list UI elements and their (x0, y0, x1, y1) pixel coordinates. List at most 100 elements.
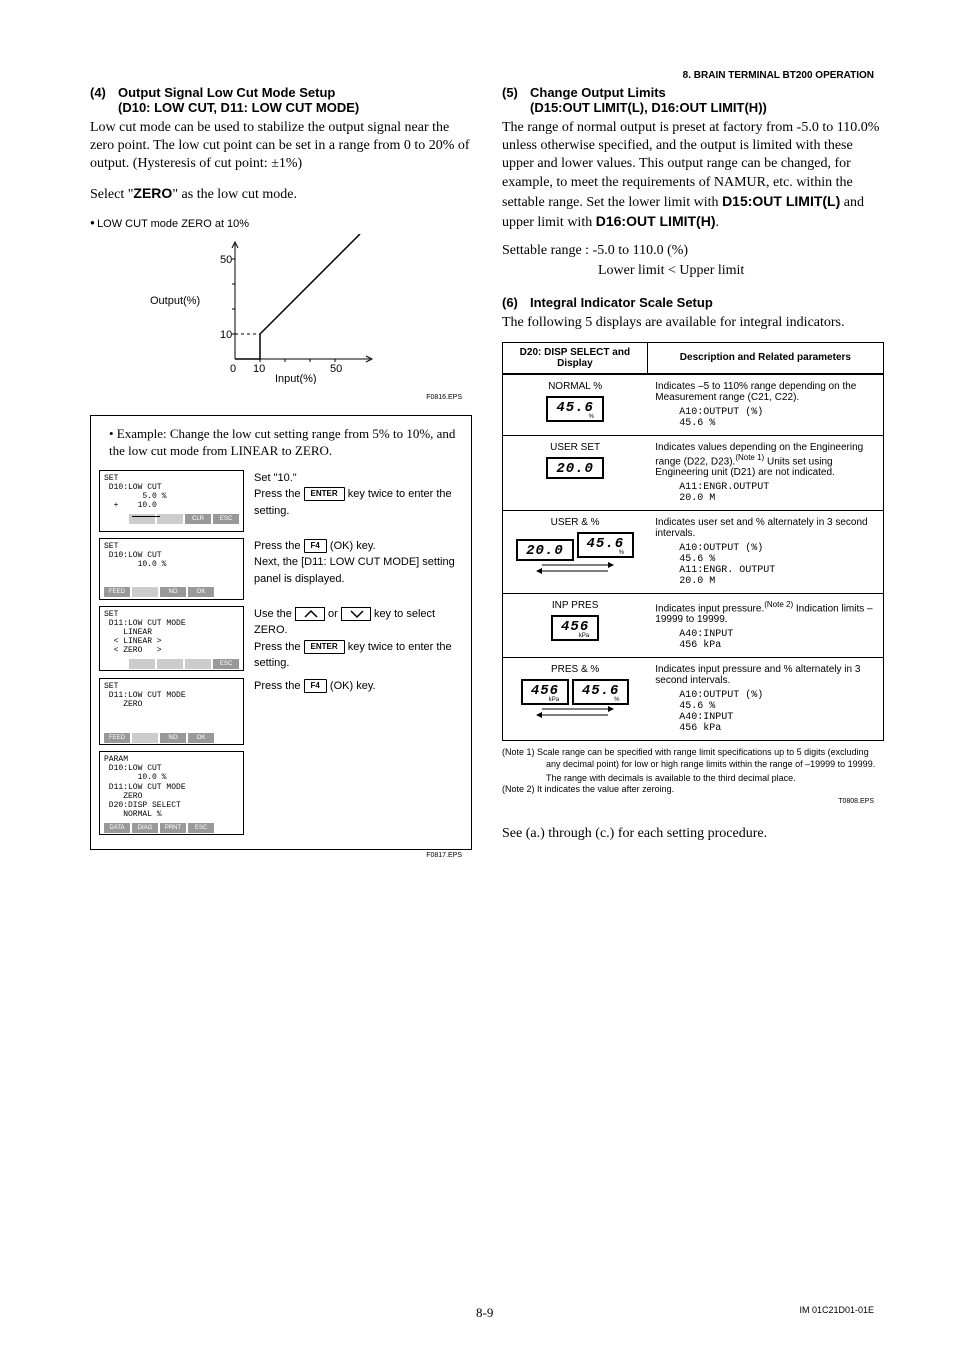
note-ref: (Note 2) (764, 600, 793, 609)
heading-5: (5) Change Output Limits (D15:OUT LIMIT(… (502, 85, 884, 115)
btn-esc[interactable]: ESC (213, 514, 239, 524)
table-row: USER SET 20.0 Indicates values depending… (503, 435, 884, 510)
heading-4-line2: (D10: LOW CUT, D11: LOW CUT MODE) (118, 100, 359, 115)
zero-keyword: ZERO (133, 185, 172, 201)
key-down[interactable] (341, 607, 371, 621)
table-row: INP PRES 456kPa Indicates input pressure… (503, 594, 884, 658)
page-footer: 8-9 IM 01C21D01-01E (0, 1305, 954, 1321)
key-f4[interactable]: F4 (304, 539, 327, 553)
table-row: USER & % 20.0 45.6% Indicates user set a… (503, 511, 884, 594)
btn-esc[interactable]: ESC (188, 823, 214, 833)
table-row: PRES & % 456kPa 45.6% Indicates input pr… (503, 658, 884, 741)
btn-feed[interactable]: FEED (104, 587, 130, 597)
lcd-display: 20.0 (516, 539, 574, 561)
btn-no[interactable]: NO (160, 587, 186, 597)
btn-blank[interactable] (132, 587, 158, 597)
note-ref: (Note 1) (735, 453, 764, 462)
param-line: A11:ENGR. OUTPUT (679, 565, 875, 576)
param-line: 20.0 M (679, 576, 875, 587)
heading-4: (4) Output Signal Low Cut Mode Setup (D1… (90, 85, 472, 115)
mode-desc: Indicates input pressure and % alternate… (655, 664, 875, 686)
btn-blank[interactable] (185, 659, 211, 669)
left-column: (4) Output Signal Low Cut Mode Setup (D1… (90, 85, 472, 859)
btn-no[interactable]: NO (160, 733, 186, 743)
screen-5: PARAM D10:LOW CUT 10.0 % D11:LOW CUT MOD… (99, 751, 244, 835)
key-f4[interactable]: F4 (304, 679, 327, 693)
svg-text:50: 50 (330, 363, 342, 375)
btn-feed[interactable]: FEED (104, 733, 130, 743)
heading-5-num: (5) (502, 85, 530, 115)
btn-ok[interactable]: OK (188, 733, 214, 743)
heading-6-num: (6) (502, 295, 530, 310)
right-column: (5) Change Output Limits (D15:OUT LIMIT(… (502, 85, 884, 859)
note-2: (Note 2) It indicates the value after ze… (502, 784, 884, 796)
step-3: SET D11:LOW CUT MODE LINEAR < LINEAR > <… (99, 606, 463, 672)
param-line: 45.6 % (679, 554, 875, 565)
svg-text:Input(%): Input(%) (275, 373, 317, 384)
mode-name: USER & % (511, 517, 639, 528)
btn-diag[interactable]: DIAG (132, 823, 158, 833)
heading-4-title: Output Signal Low Cut Mode Setup (D10: L… (118, 85, 472, 115)
svg-text:0: 0 (230, 363, 236, 375)
svg-text:10: 10 (220, 329, 232, 341)
lcd-display: 45.6% (546, 396, 604, 422)
th-desc: Description and Related parameters (647, 342, 883, 374)
page-header: 8. BRAIN TERMINAL BT200 OPERATION (683, 70, 874, 81)
btn-blank[interactable] (132, 733, 158, 743)
instr-3: Use the or key to select ZERO. Press the… (254, 606, 463, 672)
btn-esc[interactable]: ESC (213, 659, 239, 669)
table-notes: (Note 1) Scale range can be specified wi… (502, 747, 884, 796)
see-ref: See (a.) through (c.) for each setting p… (502, 825, 884, 843)
lcd-display: 456kPa (521, 679, 569, 705)
mode-name: USER SET (511, 442, 639, 453)
heading-5-title: Change Output Limits (D15:OUT LIMIT(L), … (530, 85, 884, 115)
d15-keyword: D15:OUT LIMIT(L) (722, 193, 840, 209)
para-6: The following 5 displays are available f… (502, 314, 884, 332)
btn-prnt[interactable]: PRNT (160, 823, 186, 833)
alternate-arrows-icon (511, 705, 639, 719)
key-enter[interactable]: ENTER (304, 487, 345, 501)
svg-text:50: 50 (220, 254, 232, 266)
param-line: A11:ENGR.OUTPUT (679, 482, 875, 493)
heading-4-num: (4) (90, 85, 118, 115)
table-row: NORMAL % 45.6% Indicates –5 to 110% rang… (503, 374, 884, 436)
btn-blank[interactable] (157, 514, 183, 524)
chart-caption: LOW CUT mode ZERO at 10% (90, 218, 472, 230)
key-up[interactable] (295, 607, 325, 621)
btn-ok[interactable]: OK (188, 587, 214, 597)
page-number: 8-9 (170, 1305, 799, 1321)
btn-clr[interactable]: CLR (185, 514, 211, 524)
note-1: (Note 1) Scale range can be specified wi… (502, 747, 884, 770)
note-1b: The range with decimals is available to … (502, 773, 884, 785)
screen-3: SET D11:LOW CUT MODE LINEAR < LINEAR > <… (99, 606, 244, 672)
para-5: The range of normal output is preset at … (502, 119, 884, 232)
param-line: 45.6 % (679, 701, 875, 712)
mode-name: NORMAL % (511, 381, 639, 392)
mode-name: INP PRES (511, 600, 639, 611)
step-2: SET D10:LOW CUT 10.0 % FEED NO OK Press … (99, 538, 463, 600)
param-line: A10:OUTPUT (%) (679, 543, 875, 554)
step-4: SET D11:LOW CUT MODE ZERO FEED NO OK Pre… (99, 678, 463, 746)
screen-4: SET D11:LOW CUT MODE ZERO FEED NO OK (99, 678, 244, 746)
mode-name: PRES & % (511, 664, 639, 675)
doc-number: IM 01C21D01-01E (799, 1305, 874, 1321)
lcd-display: 20.0 (546, 457, 604, 479)
btn-data[interactable]: DATA (104, 823, 130, 833)
mode-desc: Indicates user set and % alternately in … (655, 517, 875, 539)
screen-2: SET D10:LOW CUT 10.0 % FEED NO OK (99, 538, 244, 600)
instr-4: Press the F4 (OK) key. (254, 678, 463, 695)
heading-4-line1: Output Signal Low Cut Mode Setup (118, 85, 335, 100)
instr-1: Set "10." Press the ENTER key twice to e… (254, 470, 463, 520)
lcd-display: 456kPa (551, 615, 599, 641)
lcd-display: 45.6% (577, 532, 635, 558)
btn-blank[interactable] (157, 659, 183, 669)
display-modes-table: D20: DISP SELECT and Display Description… (502, 342, 884, 742)
key-enter[interactable]: ENTER (304, 640, 345, 654)
svg-text:Output(%): Output(%) (150, 295, 200, 307)
param-line: A40:INPUT (679, 629, 875, 640)
d16-keyword: D16:OUT LIMIT(H) (596, 213, 716, 229)
btn-blank[interactable] (129, 659, 155, 669)
example-title: • Example: Change the low cut setting ra… (109, 426, 463, 460)
heading-6-title: Integral Indicator Scale Setup (530, 295, 884, 310)
svg-text:10: 10 (253, 363, 265, 375)
